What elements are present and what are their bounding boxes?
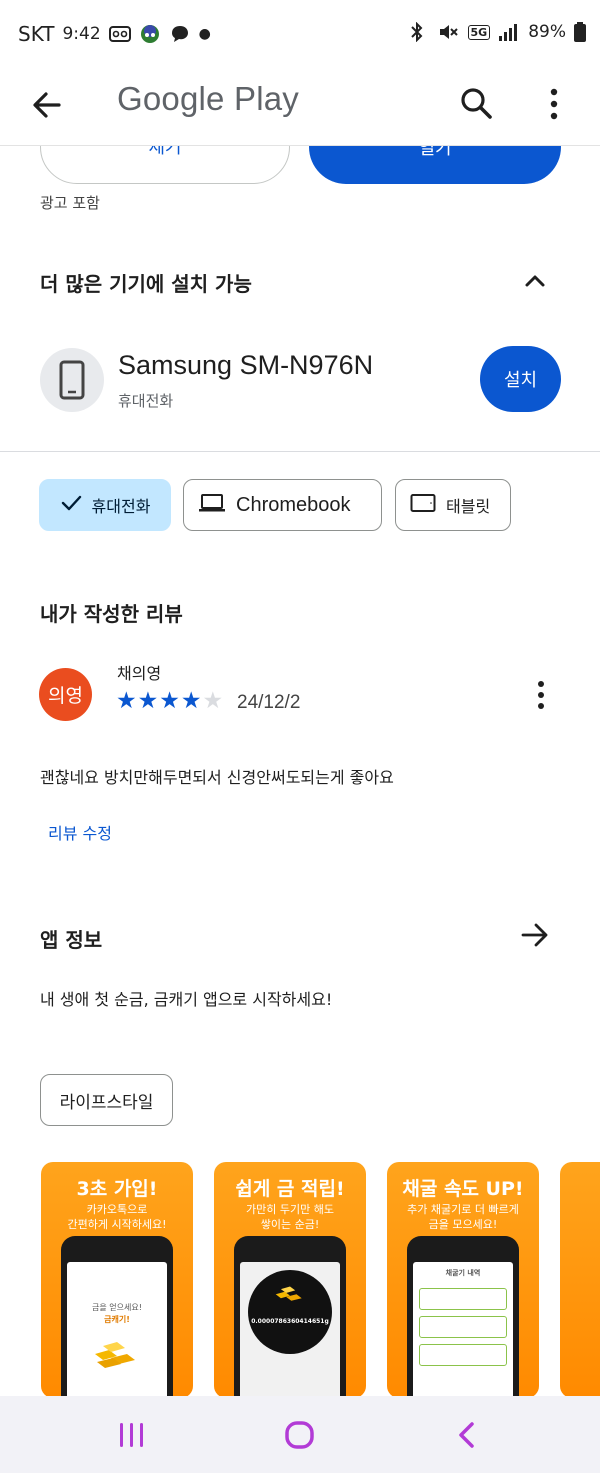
app-notification-icon — [139, 24, 161, 44]
check-icon — [60, 492, 82, 519]
phone-mockup: 금을 얻으세요! 금캐기! — [61, 1236, 173, 1398]
screenshot-title: 쉽게 금 적립! — [235, 1178, 345, 1200]
recent-apps-icon — [120, 1423, 143, 1447]
arrow-left-icon — [33, 92, 61, 118]
screen-text: 금캐기! — [104, 1315, 130, 1324]
battery-icon — [574, 22, 586, 42]
back-button[interactable] — [24, 82, 70, 128]
app-info-title: 앱 정보 — [40, 928, 103, 952]
screenshot-subtitle: 카카오톡으로 간편하게 시작하세요! — [67, 1203, 167, 1231]
more-options-button[interactable] — [540, 82, 568, 126]
more-vert-icon — [538, 681, 544, 709]
dot-icon: ● — [198, 26, 211, 42]
app-info-button[interactable] — [518, 918, 552, 952]
more-vert-icon — [550, 88, 558, 120]
star-icon: ★ — [116, 688, 137, 714]
mute-icon — [438, 22, 460, 42]
tablet-icon — [410, 493, 436, 518]
phone-screen: 0.0000786360414651g — [240, 1262, 340, 1398]
screenshot-3[interactable]: 채굴 속도 UP! 추가 채굴기로 더 빠르게 금을 모으세요! 채굴기 내역 — [387, 1162, 539, 1398]
laptop-icon — [198, 492, 226, 519]
list-item — [419, 1288, 507, 1310]
system-nav-bar — [0, 1396, 600, 1473]
review-date: 24/12/2 — [237, 692, 301, 713]
nav-back-button[interactable] — [452, 1420, 482, 1450]
list-item — [419, 1344, 507, 1366]
chevron-up-icon — [525, 275, 545, 287]
more-devices-title: 더 많은 기기에 설치 가능 — [40, 272, 252, 296]
recent-apps-button[interactable] — [112, 1420, 152, 1450]
screen-text: 금을 얻으세요! — [92, 1303, 142, 1312]
chip-label: 태블릿 — [446, 497, 491, 516]
collapse-button[interactable] — [520, 266, 550, 296]
chip-chromebook[interactable]: Chromebook — [183, 479, 382, 531]
edit-review-link[interactable]: 리뷰 수정 — [48, 820, 112, 844]
avatar: 의영 — [39, 668, 92, 721]
search-button[interactable] — [455, 82, 499, 126]
star-empty-icon: ★ — [202, 688, 224, 714]
review-more-button[interactable] — [528, 678, 554, 714]
screenshot-subtitle: 가만히 두기만 해도 쌓이는 순금! — [246, 1203, 334, 1231]
chat-icon — [169, 24, 191, 44]
page-title: Google Play — [117, 80, 299, 117]
category-chip[interactable]: 라이프스타일 — [40, 1074, 173, 1126]
carrier-label: SKT — [18, 22, 55, 46]
network-type: 5G — [467, 24, 491, 40]
star-rating: ★ ★ ★ ★ ★ — [116, 688, 223, 714]
screenshot-title: 채굴 속도 UP! — [402, 1178, 524, 1200]
phone-mockup: 0.0000786360414651g — [234, 1236, 346, 1398]
phone-screen: 채굴기 내역 — [413, 1262, 513, 1398]
chip-phone[interactable]: 휴대전화 — [39, 479, 171, 531]
clock: 9:42 — [62, 24, 101, 44]
star-icon: ★ — [137, 688, 159, 714]
search-icon — [461, 88, 492, 119]
device-name: Samsung SM-N976N — [118, 350, 374, 380]
arrow-right-icon — [521, 923, 548, 947]
star-icon: ★ — [159, 688, 180, 714]
app-description: 내 생애 첫 순금, 금캐기 앱으로 시작하세요! — [40, 990, 333, 1009]
smartphone-icon — [59, 360, 85, 400]
home-button[interactable] — [283, 1420, 317, 1450]
screen-text: 채굴기 내역 — [445, 1269, 481, 1277]
phone-mockup: 채굴기 내역 — [407, 1236, 519, 1398]
my-review-title: 내가 작성한 리뷰 — [40, 602, 183, 626]
chip-tablet[interactable]: 태블릿 — [395, 479, 511, 531]
status-bar: SKT 9:42 ● 5G 89% — [0, 0, 600, 68]
phone-screen: 금을 얻으세요! 금캐기! — [67, 1262, 167, 1398]
home-icon — [285, 1421, 314, 1449]
screenshot-4[interactable] — [560, 1162, 600, 1398]
screenshot-1[interactable]: 3초 가입! 카카오톡으로 간편하게 시작하세요! 금을 얻으세요! 금캐기! — [41, 1162, 193, 1398]
screenshot-subtitle: 추가 채굴기로 더 빠르게 금을 모으세요! — [407, 1203, 519, 1231]
review-text: 괜찮네요 방치만해두면되서 신경안써도되는게 좋아요 — [40, 768, 394, 787]
back-icon — [459, 1422, 474, 1448]
screenshot-2[interactable]: 쉽게 금 적립! 가만히 두기만 해도 쌓이는 순금! 0.0000786360… — [214, 1162, 366, 1398]
chip-label: 휴대전화 — [91, 497, 151, 516]
gold-bars-icon — [275, 1286, 302, 1301]
chip-label: Chromebook — [236, 493, 351, 516]
screen-text: 0.0000786360414651g — [251, 1318, 329, 1325]
battery-level: 89% — [528, 22, 566, 42]
bluetooth-icon — [408, 21, 430, 43]
screenshot-title: 3초 가입! — [76, 1178, 158, 1200]
device-avatar — [40, 348, 104, 412]
device-type: 휴대전화 — [118, 392, 174, 410]
signal-icon — [498, 22, 520, 42]
gold-bars-icon — [95, 1342, 135, 1368]
app-bar: Google Play — [0, 68, 600, 146]
install-button[interactable]: 설치 — [480, 346, 561, 412]
list-item — [419, 1316, 507, 1338]
star-icon: ★ — [180, 688, 202, 714]
divider — [0, 451, 600, 452]
reviewer-name: 채의영 — [117, 664, 162, 683]
voicemail-icon — [108, 24, 131, 44]
ad-notice: 광고 포함 — [40, 194, 100, 212]
